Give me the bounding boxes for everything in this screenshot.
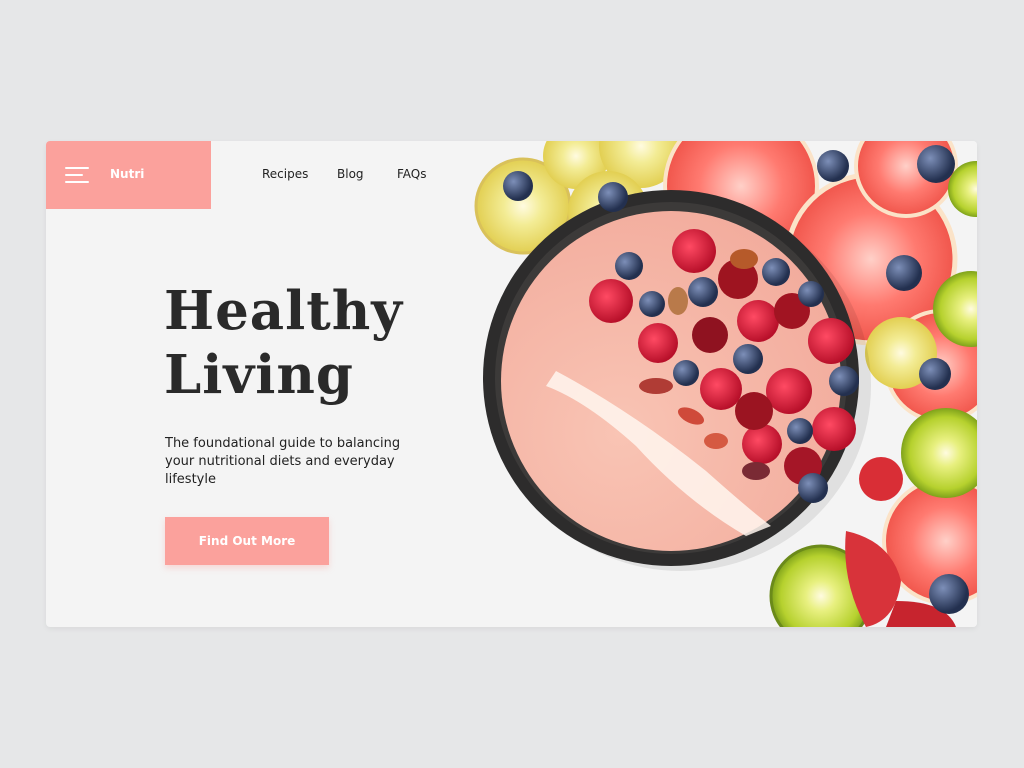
nav-item-recipes[interactable]: Recipes bbox=[262, 167, 337, 181]
smoothie-bowl-image bbox=[446, 141, 977, 627]
brand-block: Nutri bbox=[46, 141, 211, 209]
brand-name[interactable]: Nutri bbox=[110, 167, 144, 181]
nav-item-blog[interactable]: Blog bbox=[337, 167, 397, 181]
find-out-more-button[interactable]: Find Out More bbox=[165, 517, 329, 565]
hero-card: Nutri Recipes Blog FAQs Healthy Living T… bbox=[46, 141, 977, 627]
hero-title-line2: Living bbox=[164, 344, 354, 406]
hero-subtitle: The foundational guide to balancing your… bbox=[165, 436, 401, 487]
hamburger-menu-icon[interactable] bbox=[65, 166, 89, 184]
nav-item-faqs[interactable]: FAQs bbox=[397, 167, 437, 181]
hero-title-line1: Healthy bbox=[164, 280, 404, 342]
main-nav: Recipes Blog FAQs bbox=[262, 167, 437, 181]
hero-title: Healthy Living bbox=[164, 279, 403, 407]
